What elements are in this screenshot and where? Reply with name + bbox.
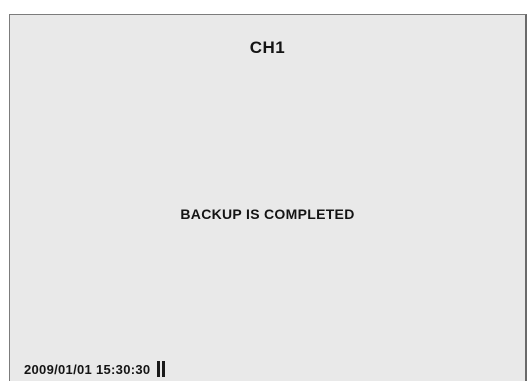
dvr-display-screen: CH1 BACKUP IS COMPLETED 2009/01/01 15:30…	[9, 14, 527, 381]
indicator-bar-right	[162, 361, 166, 377]
indicator-bar-left	[157, 361, 161, 377]
osd-status-bar: 2009/01/01 15:30:30	[24, 360, 166, 378]
date-time-display: 2009/01/01 15:30:30	[24, 361, 151, 377]
backup-status-message: BACKUP IS COMPLETED	[180, 206, 355, 222]
channel-label: CH1	[249, 38, 286, 57]
recording-pause-bars-icon	[157, 361, 166, 377]
